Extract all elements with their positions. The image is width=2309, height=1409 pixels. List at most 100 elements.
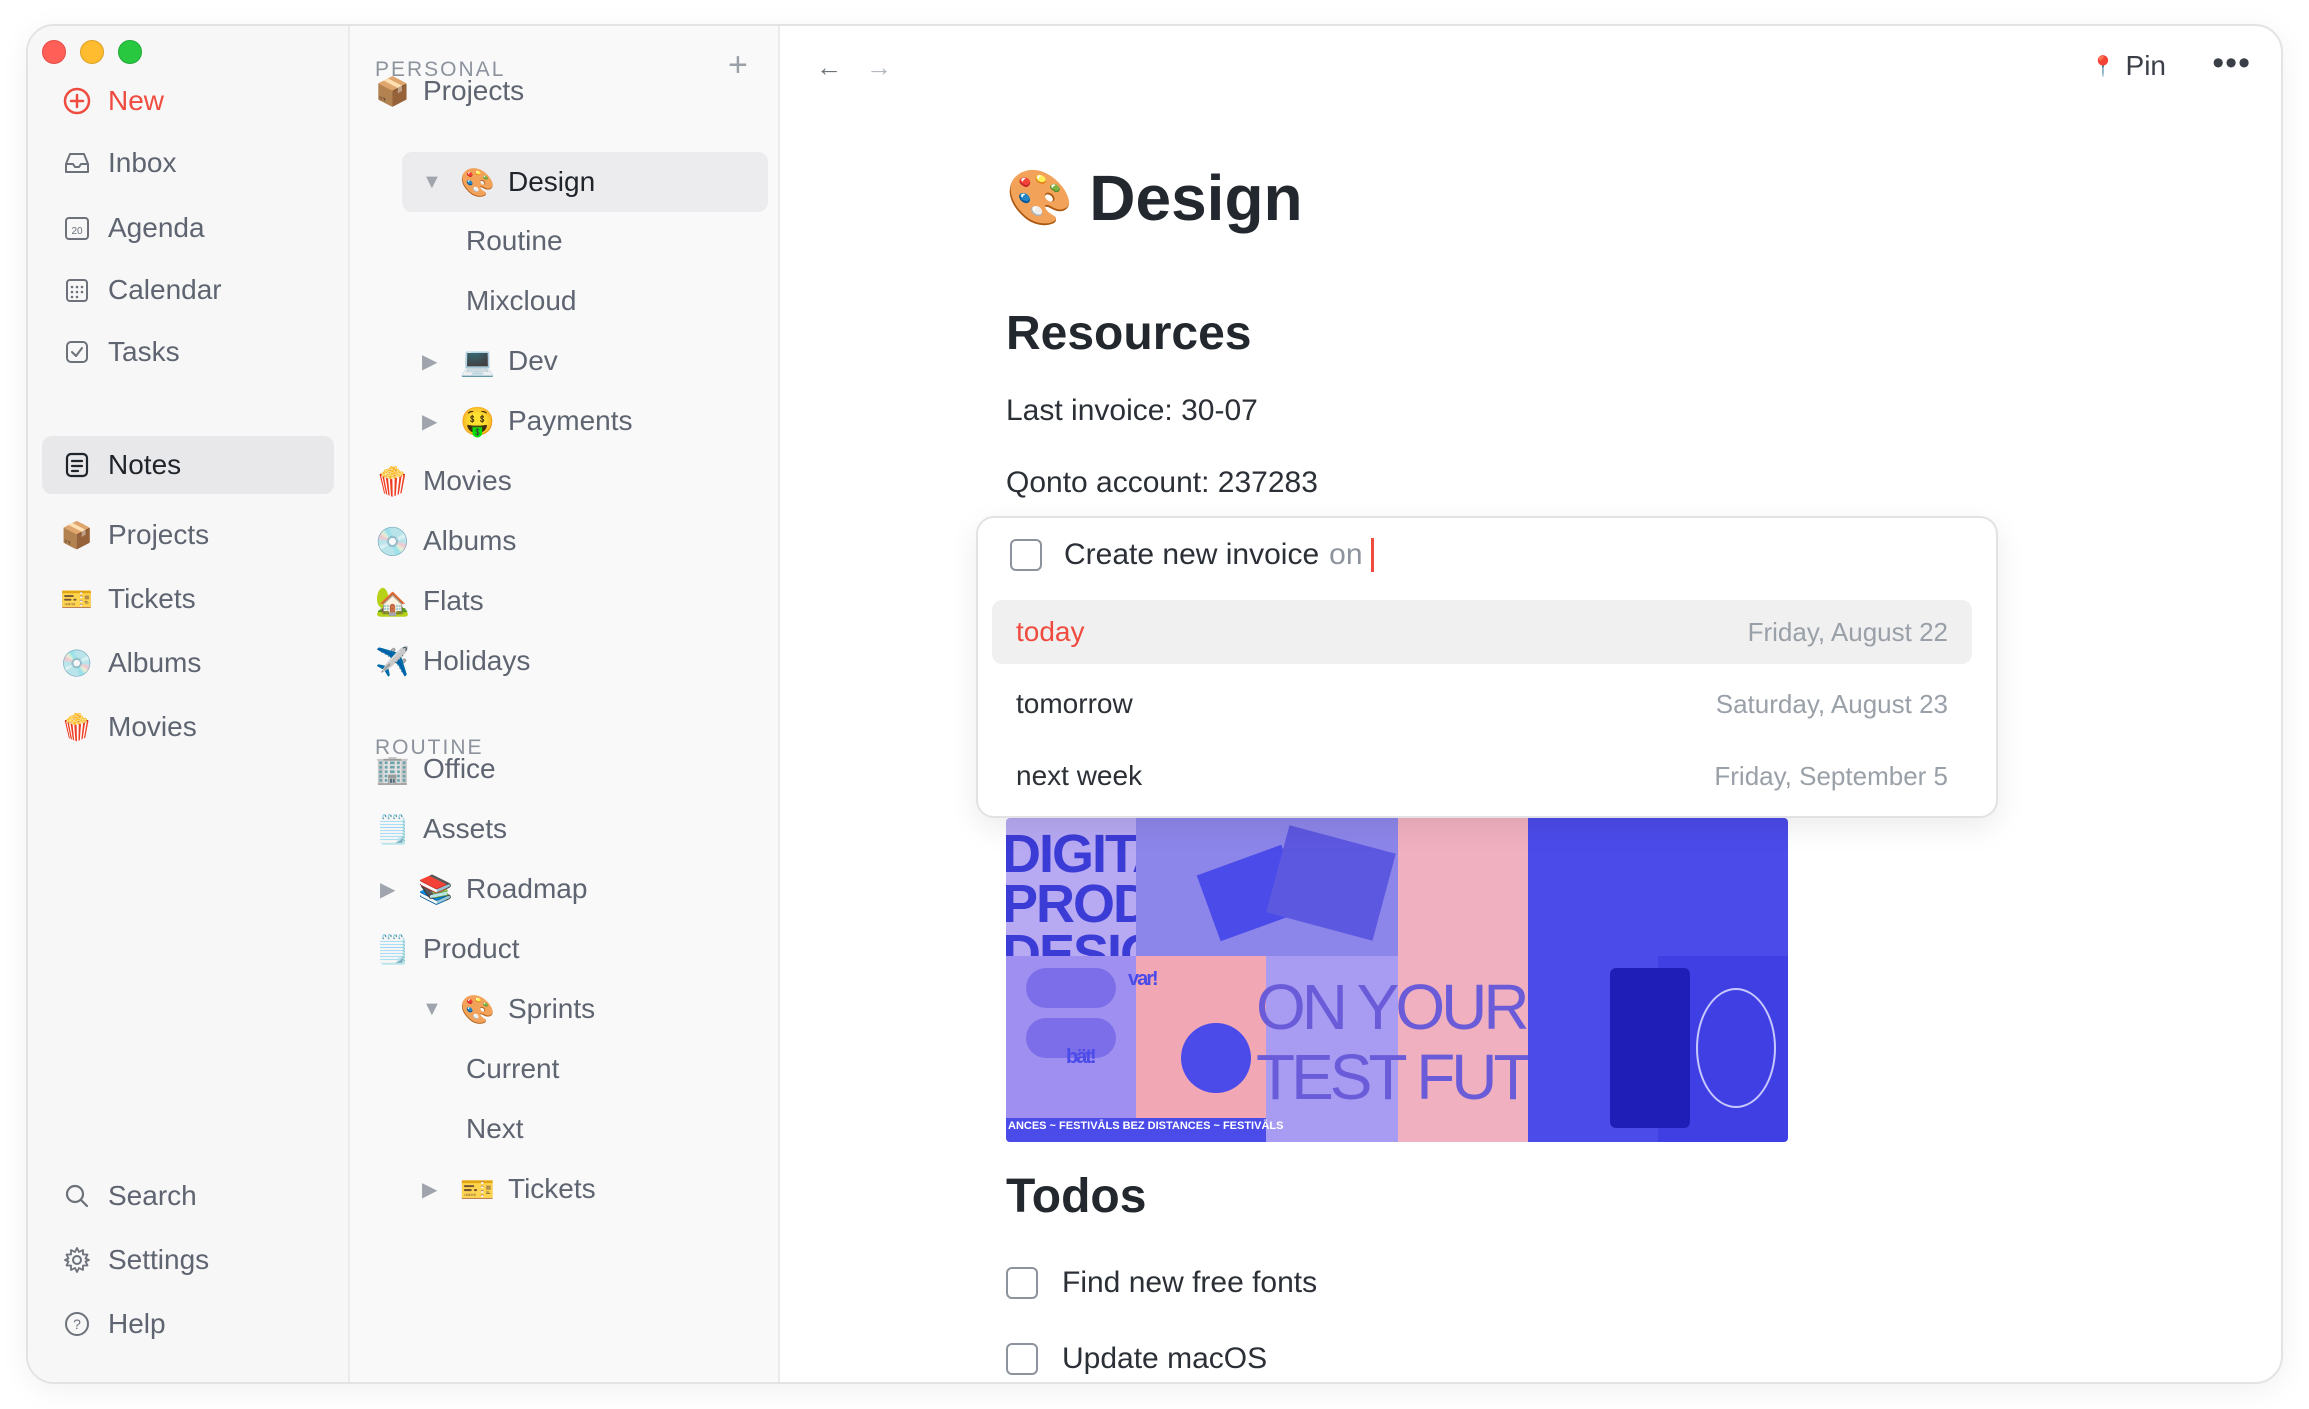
tree-item-label: Assets xyxy=(423,813,508,844)
date-option-date: Saturday, August 23 xyxy=(1715,688,1948,719)
close-window-button[interactable] xyxy=(42,40,66,64)
tree-item-label: Projects xyxy=(423,75,525,106)
tree-item-dev[interactable]: ▶ 💻 Dev xyxy=(422,332,558,390)
tree-item-roadmap[interactable]: ▶ 📚 Roadmap xyxy=(380,860,587,918)
chevron-right-icon[interactable]: ▶ xyxy=(422,349,446,374)
sidebar-item-calendar[interactable]: Calendar xyxy=(42,261,334,319)
new-task-input[interactable]: Create new invoice on xyxy=(1010,538,1374,572)
tree-item-assets[interactable]: 🗒️ Assets xyxy=(375,800,507,858)
sidebar-item-inbox[interactable]: Inbox xyxy=(42,134,334,192)
tree-item-flats[interactable]: 🏡 Flats xyxy=(375,572,484,630)
back-button[interactable]: ← xyxy=(816,52,842,83)
tree-item-label: Next xyxy=(466,1113,524,1144)
tree-item-label: Current xyxy=(466,1053,560,1084)
tree-item-albums[interactable]: 💿 Albums xyxy=(375,512,516,570)
tree-item-product[interactable]: 🗒️ Product xyxy=(375,920,520,978)
sidebar-item-label: Albums xyxy=(108,647,202,678)
sidebar-item-label: Search xyxy=(108,1180,197,1211)
tree-item-current[interactable]: Current xyxy=(466,1040,559,1098)
sidebar-item-help[interactable]: ? Help xyxy=(42,1295,334,1353)
sidebar-item-label: Settings xyxy=(108,1244,210,1275)
sidebar-item-tasks[interactable]: Tasks xyxy=(42,323,334,381)
sidebar-item-settings[interactable]: Settings xyxy=(42,1231,334,1289)
tree-item-label: Dev xyxy=(508,345,558,376)
qonto-account-text[interactable]: Qonto account: 237283 xyxy=(1006,466,1318,500)
mosaic-tile xyxy=(1026,968,1116,1008)
chevron-right-icon[interactable]: ▶ xyxy=(422,409,446,434)
gear-icon xyxy=(60,1243,94,1277)
pin-button[interactable]: 📍 Pin xyxy=(2091,50,2166,82)
last-invoice-text[interactable]: Last invoice: 30-07 xyxy=(1006,394,1258,428)
sidebar-item-label: Tasks xyxy=(108,336,180,367)
add-note-button[interactable]: + xyxy=(728,46,748,85)
date-suggestion-popup: Create new invoice on today Friday, Augu… xyxy=(976,516,1998,818)
todo-item[interactable]: Update macOS xyxy=(1006,1342,1267,1376)
design-moodboard-image[interactable]: DIGITA PRODU DESIG var! bät! ON YOUR TES… xyxy=(1006,818,1788,1142)
date-option-tomorrow[interactable]: tomorrow Saturday, August 23 xyxy=(992,672,1972,736)
sidebar-item-search[interactable]: Search xyxy=(42,1167,334,1225)
minimize-window-button[interactable] xyxy=(80,40,104,64)
tree-item-mixcloud[interactable]: Mixcloud xyxy=(466,272,576,330)
chevron-down-icon[interactable]: ▼ xyxy=(422,171,446,194)
sidebar-item-projects[interactable]: 📦 Projects xyxy=(42,506,334,564)
chevron-right-icon[interactable]: ▶ xyxy=(380,877,404,902)
tree-item-movies[interactable]: 🍿 Movies xyxy=(375,452,512,510)
todo-checkbox[interactable] xyxy=(1006,1343,1038,1375)
tree-item-routine[interactable]: Routine xyxy=(466,212,563,270)
tree-item-tickets[interactable]: ▶ 🎫 Tickets xyxy=(422,1160,596,1218)
text-caret xyxy=(1370,538,1374,572)
tree-item-projects[interactable]: 📦 Projects xyxy=(375,62,524,120)
page-title-text[interactable]: Design xyxy=(1089,161,1302,235)
task-input-suffix: on xyxy=(1329,538,1363,571)
sidebar-item-albums[interactable]: 💿 Albums xyxy=(42,634,334,692)
tree-item-office[interactable]: 🏢 Office xyxy=(375,740,496,798)
palette-icon: 🎨 xyxy=(460,166,495,198)
tree-item-label: Holidays xyxy=(423,645,531,676)
page-title[interactable]: 🎨 Design xyxy=(1006,161,1303,235)
todo-item[interactable]: Find new free fonts xyxy=(1006,1266,1317,1300)
tree-item-label: Office xyxy=(423,753,496,784)
tree-item-label: Albums xyxy=(423,525,517,556)
albums-icon: 💿 xyxy=(60,647,94,678)
sidebar-item-label: Movies xyxy=(108,711,197,742)
tree-item-design[interactable]: ▼ 🎨 Design xyxy=(402,152,768,212)
money-face-icon: 🤑 xyxy=(460,405,495,437)
tree-item-next[interactable]: Next xyxy=(466,1100,524,1158)
mosaic-tile xyxy=(1528,818,1788,956)
date-option-next-week[interactable]: next week Friday, September 5 xyxy=(992,744,1972,808)
laptop-icon: 💻 xyxy=(460,345,495,377)
tree-item-sprints[interactable]: ▼ 🎨 Sprints xyxy=(422,980,595,1038)
sidebar-item-agenda[interactable]: 20 Agenda xyxy=(42,199,334,257)
pin-label: Pin xyxy=(2125,50,2166,81)
disc-icon: 💿 xyxy=(375,525,410,557)
chevron-down-icon[interactable]: ▼ xyxy=(422,998,446,1021)
new-button[interactable]: New xyxy=(42,72,334,130)
sidebar-item-tickets[interactable]: 🎫 Tickets xyxy=(42,570,334,628)
resources-heading[interactable]: Resources xyxy=(1006,306,1251,361)
task-input-text[interactable]: Create new invoice xyxy=(1064,538,1319,572)
sidebar-item-notes[interactable]: Notes xyxy=(42,436,334,494)
mosaic-text: ON YOUR xyxy=(1256,971,1530,1043)
history-nav: ← → xyxy=(816,52,892,83)
todos-heading[interactable]: Todos xyxy=(1006,1169,1146,1224)
date-option-date: Friday, August 22 xyxy=(1747,616,1948,647)
new-label: New xyxy=(108,85,165,116)
zoom-window-button[interactable] xyxy=(118,40,142,64)
tree-item-holidays[interactable]: ✈️ Holidays xyxy=(375,632,530,690)
sidebar-item-movies[interactable]: 🍿 Movies xyxy=(42,698,334,756)
forward-button[interactable]: → xyxy=(866,52,892,83)
chevron-right-icon[interactable]: ▶ xyxy=(422,1177,446,1202)
tree-item-label: Payments xyxy=(508,405,633,436)
tree-item-payments[interactable]: ▶ 🤑 Payments xyxy=(422,392,633,450)
todo-checkbox[interactable] xyxy=(1006,1267,1038,1299)
todo-label[interactable]: Update macOS xyxy=(1062,1342,1267,1376)
palette-icon[interactable]: 🎨 xyxy=(1006,167,1073,230)
date-option-today[interactable]: today Friday, August 22 xyxy=(992,600,1972,664)
date-option-label: tomorrow xyxy=(1016,688,1133,719)
task-checkbox[interactable] xyxy=(1010,539,1042,571)
todo-label[interactable]: Find new free fonts xyxy=(1062,1266,1317,1300)
notes-tree: PERSONAL + 📦 Projects ▼ 🎨 Design Routine… xyxy=(350,26,780,1382)
tree-item-label: Mixcloud xyxy=(466,285,577,316)
more-button[interactable]: ••• xyxy=(2212,44,2251,83)
date-option-date: Friday, September 5 xyxy=(1714,760,1948,791)
